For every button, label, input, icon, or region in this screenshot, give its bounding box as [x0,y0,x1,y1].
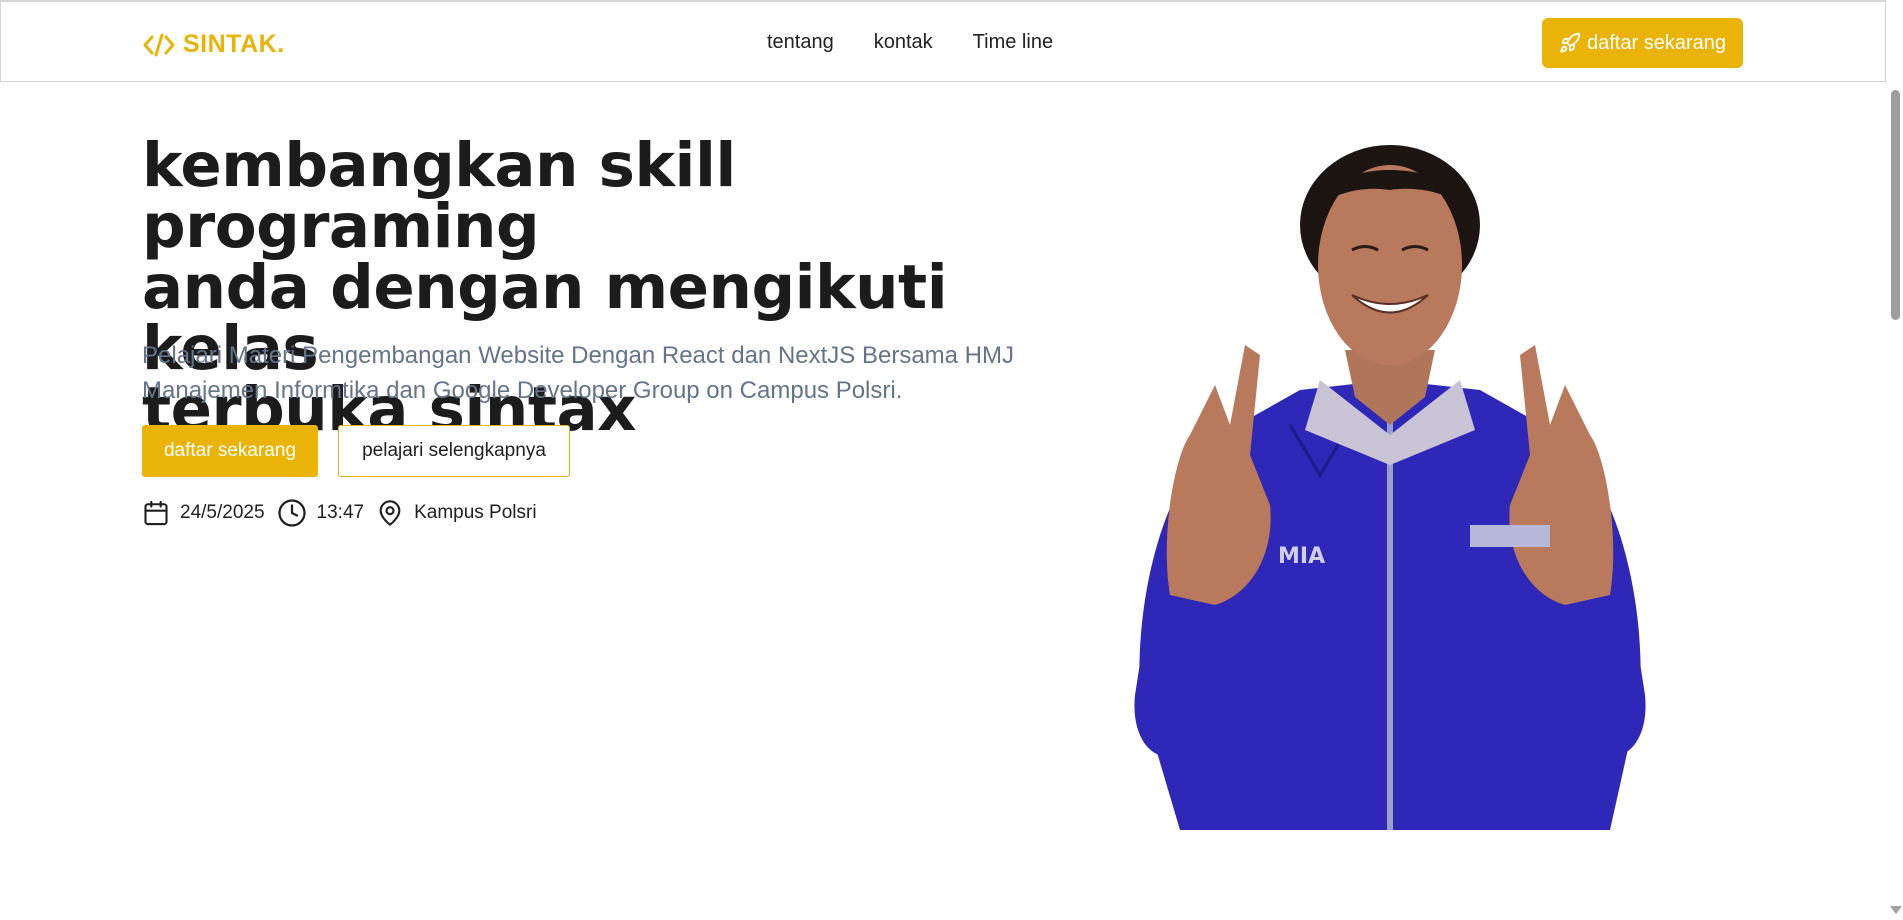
hero-person-image: MIA [1134,145,1646,830]
hero-subtitle: Pelajari Materi Pengembangan Website Den… [142,338,1042,408]
hero-title-line-1: kembangkan skill programing [142,130,736,262]
navbar: SINTAK. tentang kontak Time line daftar … [0,0,1886,82]
nav-links: tentang kontak Time line [767,31,1053,54]
nav-link-timeline[interactable]: Time line [973,31,1053,54]
event-date-text: 24/5/2025 [180,502,265,523]
nav-register-label: daftar sekarang [1587,31,1726,54]
location-pin-icon [379,500,401,526]
page-scrollbar[interactable] [1886,82,1903,920]
logo[interactable]: SINTAK. [143,30,285,59]
learn-more-button[interactable]: pelajari selengkapnya [338,425,570,477]
event-location: Kampus Polsri [376,498,537,528]
nav-link-tentang[interactable]: tentang [767,31,834,54]
scrollbar-thumb[interactable] [1891,90,1900,320]
logo-text: SINTAK. [183,30,285,58]
event-time: 13:47 [277,498,365,528]
clock-icon [277,499,306,527]
nav-link-kontak[interactable]: kontak [874,31,933,54]
hero-subtitle-line-1: Pelajari Materi Pengembangan Website Den… [142,342,1014,369]
rocket-icon [1560,32,1581,53]
scroll-down-arrow-icon[interactable] [1890,906,1902,914]
code-icon [143,33,175,56]
hero-subtitle-line-2: Manajemen Informtika dan Google Develope… [142,377,903,404]
event-date: 24/5/2025 [142,498,265,528]
event-location-text: Kampus Polsri [414,502,537,523]
register-button[interactable]: daftar sekarang [142,425,318,477]
event-meta: 24/5/2025 13:47 Kampus Polsri [142,497,549,529]
nav-register-button[interactable]: daftar sekarang [1542,18,1743,68]
shirt-text: MIA [1278,544,1325,569]
calendar-icon [144,500,168,526]
event-time-text: 13:47 [316,502,365,523]
